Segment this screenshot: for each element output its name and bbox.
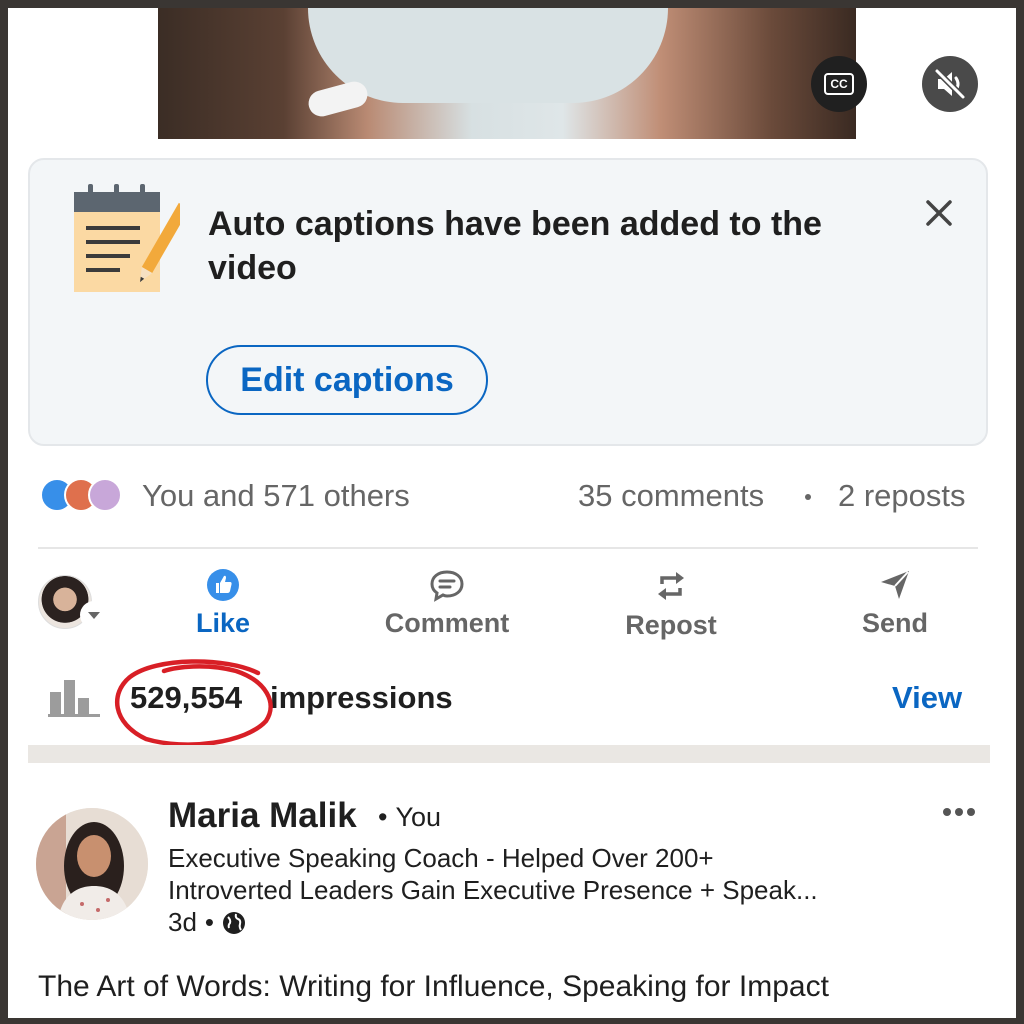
author-name[interactable]: Maria Malik <box>168 796 357 836</box>
separator-dot <box>805 494 811 500</box>
send-button[interactable]: Send <box>810 568 980 648</box>
closed-captions-button[interactable]: CC <box>811 56 867 112</box>
speaker-muted-icon <box>934 68 966 100</box>
more-options-icon[interactable] <box>942 806 976 818</box>
author-headline: Executive Speaking Coach - Helped Over 2… <box>168 842 908 906</box>
red-circle-annotation <box>114 659 273 747</box>
notepad-pencil-icon <box>74 184 180 292</box>
author-photo <box>36 808 148 920</box>
repost-label: Repost <box>625 610 717 640</box>
post-age: 3d <box>168 907 197 937</box>
actor-switch-button[interactable] <box>80 601 108 629</box>
relation-label: You <box>395 802 442 832</box>
comment-button[interactable]: Comment <box>362 568 532 648</box>
analytics-bar-icon <box>48 680 100 717</box>
reaction-icons[interactable] <box>40 478 124 512</box>
mute-button[interactable] <box>922 56 978 112</box>
comment-icon <box>430 570 464 602</box>
post-frame: CC Auto captions have been added to the … <box>8 8 1016 1018</box>
separator-dot: • <box>378 802 388 832</box>
video-player[interactable] <box>158 8 856 139</box>
post-text: The Art of Words: Writing for Influence,… <box>38 970 829 1003</box>
divider <box>38 547 978 549</box>
author-avatar[interactable] <box>36 808 148 920</box>
feed-separator <box>28 745 990 763</box>
post-meta: 3d • <box>168 907 246 938</box>
reposts-count[interactable]: 2 reposts <box>838 478 966 514</box>
edit-captions-button[interactable]: Edit captions <box>206 345 488 415</box>
support-reaction-icon <box>88 478 122 512</box>
comments-count[interactable]: 35 comments <box>578 478 764 514</box>
view-analytics-link[interactable]: View <box>892 680 962 716</box>
send-icon <box>881 571 909 599</box>
like-label: Like <box>195 608 251 638</box>
video-frame-wristband <box>305 78 371 120</box>
comment-label: Comment <box>384 608 510 638</box>
send-label: Send <box>861 608 928 638</box>
repost-icon <box>658 572 684 600</box>
headline-line-1: Executive Speaking Coach - Helped Over 2… <box>168 843 714 873</box>
reactions-count[interactable]: You and 571 others <box>142 478 410 514</box>
separator-dot: • <box>204 907 215 937</box>
closed-captions-icon: CC <box>824 73 854 95</box>
chevron-down-icon <box>88 612 100 619</box>
auto-captions-message: Auto captions have been added to the vid… <box>208 205 822 287</box>
close-icon[interactable] <box>924 198 954 228</box>
auto-captions-card: Auto captions have been added to the vid… <box>28 158 988 446</box>
globe-icon <box>223 911 246 934</box>
like-button[interactable]: Like <box>138 568 308 648</box>
repost-button[interactable]: Repost <box>586 568 756 648</box>
headline-line-2: Introverted Leaders Gain Executive Prese… <box>168 875 818 905</box>
thumbs-up-icon <box>207 569 239 601</box>
impressions-label: impressions <box>270 680 453 715</box>
author-relation: • You <box>378 802 441 833</box>
